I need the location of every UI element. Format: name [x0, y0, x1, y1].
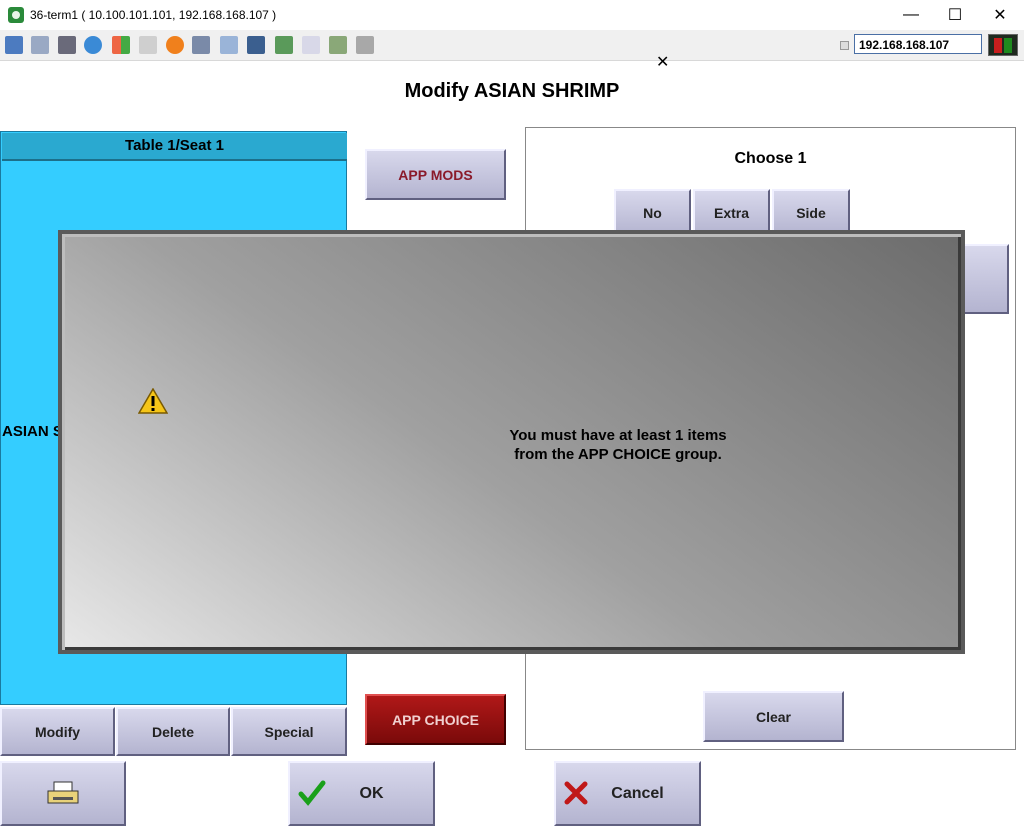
x-icon	[564, 781, 588, 805]
connection-status-icon	[988, 34, 1018, 56]
delete-button[interactable]: Delete	[116, 707, 230, 756]
network-icon[interactable]	[192, 36, 210, 54]
minimize-button[interactable]: —	[888, 0, 934, 30]
windows-logo-icon[interactable]	[112, 36, 130, 54]
cancel-label: Cancel	[611, 784, 664, 802]
app-eye-icon	[8, 7, 24, 23]
fullscreen-icon[interactable]	[220, 36, 238, 54]
app-mods-button[interactable]: APP MODS	[365, 149, 506, 200]
refresh-icon[interactable]	[84, 36, 102, 54]
dialog-line-1: You must have at least 1 items	[509, 427, 727, 444]
window-title: 36-term1 ( 10.100.101.101, 192.168.168.1…	[30, 8, 277, 22]
screen-icon[interactable]	[247, 36, 265, 54]
dialog-line-2: from the APP CHOICE group.	[514, 446, 722, 463]
maximize-button[interactable]: ☐	[932, 0, 978, 30]
order-item[interactable]: ASIAN S	[2, 423, 63, 440]
keyboard-icon[interactable]	[139, 36, 157, 54]
print-button[interactable]	[0, 761, 126, 826]
clear-button[interactable]: Clear	[703, 691, 844, 742]
alert-icon[interactable]	[166, 36, 184, 54]
ip-address-field[interactable]: 192.168.168.107	[854, 34, 982, 54]
checkmark-icon	[298, 780, 326, 806]
ip-indicator	[840, 41, 849, 50]
modify-button[interactable]: Modify	[0, 707, 115, 756]
app-choice-button[interactable]: APP CHOICE	[365, 694, 506, 745]
close-icon[interactable]: ✕	[656, 52, 669, 72]
chat-icon[interactable]	[356, 36, 374, 54]
tools-icon[interactable]	[58, 36, 76, 54]
dialog-message: You must have at least 1 items from the …	[58, 426, 1024, 464]
windows-icon[interactable]	[31, 36, 49, 54]
cancel-button[interactable]: Cancel	[554, 761, 701, 826]
monitor-icon[interactable]	[5, 36, 23, 54]
printer-icon	[47, 781, 79, 803]
page-title: Modify ASIAN SHRIMP	[404, 80, 620, 102]
special-button[interactable]: Special	[231, 707, 347, 756]
order-header: Table 1/Seat 1	[2, 133, 347, 161]
choose-title: Choose 1	[734, 150, 807, 167]
close-window-button[interactable]: ✕	[977, 0, 1023, 30]
title-bar: 36-term1 ( 10.100.101.101, 192.168.168.1…	[0, 0, 1024, 30]
ok-label: OK	[359, 784, 384, 802]
map-icon[interactable]	[329, 36, 347, 54]
transfer-icon[interactable]	[275, 36, 293, 54]
document-icon[interactable]	[302, 36, 320, 54]
warning-icon	[138, 388, 168, 414]
ok-button[interactable]: OK	[288, 761, 435, 826]
